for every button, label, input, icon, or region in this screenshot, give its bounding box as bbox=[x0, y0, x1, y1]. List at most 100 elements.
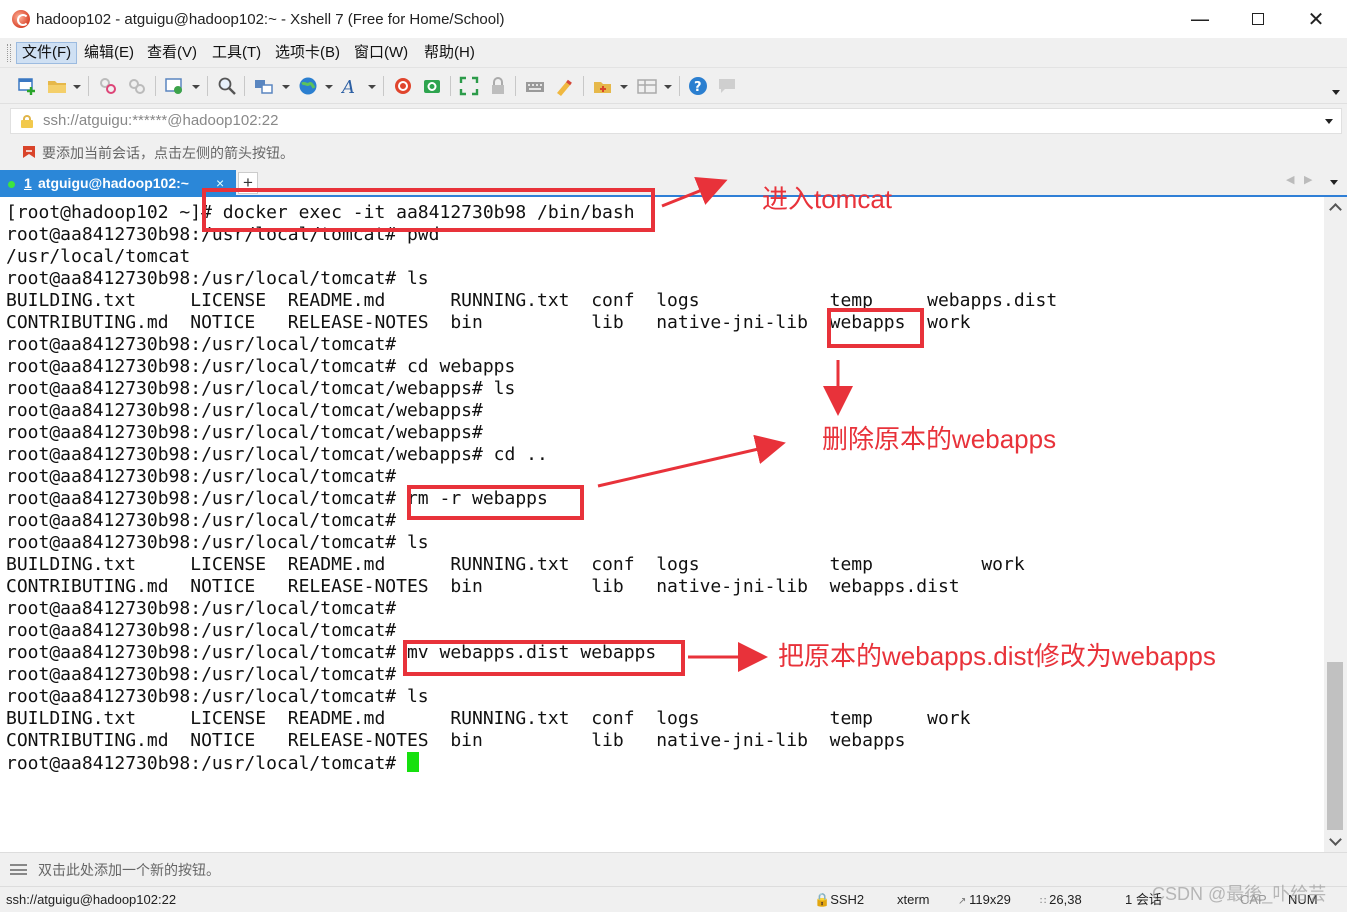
tab-list-dropdown-icon[interactable] bbox=[1330, 180, 1338, 185]
terminal-cursor bbox=[406, 752, 419, 772]
tab-number: 1 bbox=[24, 175, 32, 191]
toolbar-separator bbox=[515, 76, 516, 96]
reconnect-icon[interactable] bbox=[127, 76, 147, 96]
font-icon[interactable]: A bbox=[341, 76, 361, 96]
svg-text:A: A bbox=[341, 77, 355, 96]
terminal-line: root@aa8412730b98:/usr/local/tomcat# bbox=[6, 598, 397, 619]
toolbar-overflow-icon[interactable] bbox=[1332, 90, 1340, 95]
maximize-icon bbox=[1252, 13, 1264, 25]
xshell-icon[interactable] bbox=[393, 76, 413, 96]
layout-dropdown-icon[interactable] bbox=[664, 85, 672, 89]
menu-bar: 文件(F) 编辑(E) 查看(V) 工具(T) 选项卡(B) 窗口(W) 帮助(… bbox=[0, 38, 1347, 68]
terminal-line: CONTRIBUTING.md NOTICE RELEASE-NOTES bin… bbox=[6, 576, 960, 597]
ssh-lock-icon: 🔒 bbox=[814, 892, 831, 907]
scroll-thumb[interactable] bbox=[1327, 662, 1343, 830]
tab-scroll-right-icon[interactable]: ▶ bbox=[1304, 173, 1312, 186]
window-title: hadoop102 - atguigu@hadoop102:~ - Xshell… bbox=[36, 10, 505, 28]
menu-window[interactable]: 窗口(W) bbox=[349, 42, 413, 64]
tab-session-hadoop102[interactable]: 1 atguigu@hadoop102:~ × bbox=[0, 170, 236, 197]
menu-view[interactable]: 查看(V) bbox=[142, 42, 202, 64]
scroll-up-icon[interactable] bbox=[1329, 203, 1342, 216]
properties-dropdown-icon[interactable] bbox=[192, 85, 200, 89]
tab-title: atguigu@hadoop102:~ bbox=[38, 175, 189, 191]
tab-scroll-left-icon[interactable]: ◀ bbox=[1286, 173, 1294, 186]
layout-icon[interactable] bbox=[637, 76, 657, 96]
toolbar-separator bbox=[88, 76, 89, 96]
menu-help[interactable]: 帮助(H) bbox=[419, 42, 480, 64]
quick-command-hint[interactable]: 双击此处添加一个新的按钮。 bbox=[38, 853, 220, 887]
menu-edit[interactable]: 编辑(E) bbox=[79, 42, 139, 64]
globe-dropdown-icon[interactable] bbox=[325, 85, 333, 89]
status-terminal-type: xterm bbox=[897, 892, 930, 907]
toolbar-separator bbox=[679, 76, 680, 96]
annotation-enter-tomcat: 进入tomcat bbox=[762, 184, 893, 214]
hint-text: 要添加当前会话，点击左侧的箭头按钮。 bbox=[42, 145, 294, 161]
padlock-icon bbox=[21, 115, 33, 128]
status-protocol: 🔒SSH2 bbox=[814, 892, 865, 907]
bookmark-arrow-icon[interactable] bbox=[22, 145, 36, 159]
session-hint-bar: 要添加当前会话，点击左侧的箭头按钮。 bbox=[0, 138, 1347, 168]
terminal-scrollbar[interactable] bbox=[1324, 197, 1347, 852]
csdn-watermark: CSDN @最後_卟给芸 bbox=[1152, 884, 1327, 904]
disconnect-icon[interactable] bbox=[98, 76, 118, 96]
toolbar-separator bbox=[583, 76, 584, 96]
new-session-icon[interactable] bbox=[17, 76, 37, 96]
minimize-button[interactable]: — bbox=[1171, 0, 1229, 38]
fullscreen-icon[interactable] bbox=[459, 76, 479, 96]
highlight-docker-exec bbox=[202, 188, 655, 232]
script-dropdown-icon[interactable] bbox=[620, 85, 628, 89]
status-bar: ssh://atguigu@hadoop102:22 🔒SSH2 xterm ↗… bbox=[0, 884, 1347, 912]
highlight-rm-webapps bbox=[407, 485, 584, 520]
transfer-dropdown-icon[interactable] bbox=[282, 85, 290, 89]
highlight-mv-webapps bbox=[403, 640, 685, 676]
address-bar: ssh://atguigu:******@hadoop102:22 bbox=[0, 104, 1347, 138]
terminal-line: CONTRIBUTING.md NOTICE RELEASE-NOTES bin… bbox=[6, 730, 906, 751]
globe-icon[interactable] bbox=[298, 76, 318, 96]
properties-icon[interactable] bbox=[165, 76, 185, 96]
menu-grip-icon bbox=[7, 44, 11, 62]
address-dropdown-icon[interactable] bbox=[1325, 119, 1333, 124]
xftp-icon[interactable] bbox=[422, 76, 442, 96]
terminal-area[interactable]: [root@hadoop102 ~]# docker exec -it aa84… bbox=[0, 197, 1324, 852]
connected-status-icon bbox=[8, 181, 15, 188]
script-icon[interactable] bbox=[593, 76, 613, 96]
annotation-delete-webapps: 删除原本的webapps bbox=[822, 424, 1057, 454]
address-value: ssh://atguigu:******@hadoop102:22 bbox=[43, 112, 279, 129]
address-input[interactable]: ssh://atguigu:******@hadoop102:22 bbox=[10, 108, 1342, 134]
xshell-window: hadoop102 - atguigu@hadoop102:~ - Xshell… bbox=[0, 0, 1347, 912]
transfer-icon[interactable] bbox=[254, 76, 274, 96]
terminal-line: BUILDING.txt LICENSE README.md RUNNING.t… bbox=[6, 554, 1025, 575]
keyboard-icon[interactable] bbox=[525, 76, 545, 96]
font-dropdown-icon[interactable] bbox=[368, 85, 376, 89]
open-dropdown-icon[interactable] bbox=[73, 85, 81, 89]
toolbar: A ? bbox=[0, 68, 1347, 104]
status-connection: ssh://atguigu@hadoop102:22 bbox=[6, 892, 177, 907]
menu-tools[interactable]: 工具(T) bbox=[207, 42, 266, 64]
status-size: ↗ 119x29 bbox=[958, 892, 1011, 907]
menu-tabs[interactable]: 选项卡(B) bbox=[270, 42, 345, 64]
toolbar-separator bbox=[244, 76, 245, 96]
open-folder-icon[interactable] bbox=[47, 76, 67, 96]
terminal-line: root@aa8412730b98:/usr/local/tomcat# bbox=[6, 752, 1057, 774]
toolbar-separator bbox=[207, 76, 208, 96]
status-cursor: ∷ 26,38 bbox=[1040, 892, 1082, 907]
maximize-button[interactable] bbox=[1229, 0, 1287, 38]
scroll-down-icon[interactable] bbox=[1329, 833, 1342, 846]
terminal-line: /usr/local/tomcat bbox=[6, 246, 191, 267]
lock-icon[interactable] bbox=[488, 76, 508, 96]
chat-icon[interactable] bbox=[717, 76, 737, 96]
help-icon[interactable]: ? bbox=[688, 76, 708, 96]
terminal-line: root@aa8412730b98:/usr/local/tomcat# ls bbox=[6, 268, 429, 289]
terminal-line: BUILDING.txt LICENSE README.md RUNNING.t… bbox=[6, 708, 971, 729]
menu-lines-icon[interactable] bbox=[10, 864, 27, 875]
terminal-line: root@aa8412730b98:/usr/local/tomcat/weba… bbox=[6, 378, 516, 399]
toolbar-separator bbox=[383, 76, 384, 96]
quick-command-bar: 双击此处添加一个新的按钮。 bbox=[0, 852, 1347, 886]
menu-file[interactable]: 文件(F) bbox=[16, 42, 78, 64]
find-icon[interactable] bbox=[217, 76, 237, 96]
close-button[interactable]: ✕ bbox=[1287, 0, 1345, 38]
title-bar: hadoop102 - atguigu@hadoop102:~ - Xshell… bbox=[0, 0, 1347, 38]
xshell-logo-icon bbox=[12, 10, 30, 28]
size-icon: ↗ bbox=[958, 896, 970, 907]
highlight-icon[interactable] bbox=[554, 76, 574, 96]
